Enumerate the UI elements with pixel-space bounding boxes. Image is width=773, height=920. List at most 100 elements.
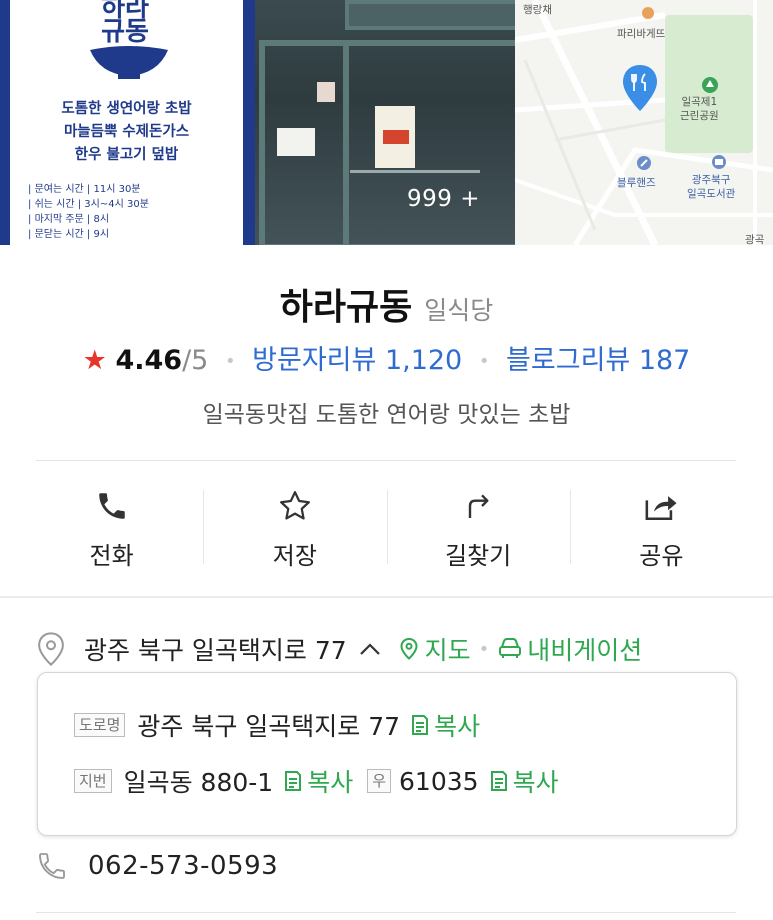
map-pin-icon (623, 65, 657, 111)
navigation-link[interactable]: 내비게이션 (497, 631, 642, 667)
store-poster (277, 128, 315, 156)
share-button[interactable]: 공유 (569, 478, 753, 574)
store-window-frame (343, 40, 515, 245)
hours-value: 9시 (93, 229, 110, 240)
phone-number[interactable]: 062-573-0593 (88, 851, 278, 881)
zip-code: 61035 (399, 766, 479, 796)
separator-dot: • (478, 638, 490, 660)
map-label: 파리바게뜨 (617, 28, 666, 40)
sign-hours-row: | 쉬는 시간 | 3시~4시 30분 (28, 199, 149, 210)
address-row: 광주 북구 일곡택지로 77 지도 • 내비게이션 (36, 630, 746, 668)
copy-icon (490, 771, 507, 791)
section-divider (0, 596, 773, 598)
rating-max: /5 (182, 345, 209, 376)
directions-arrow-icon (468, 494, 489, 518)
directions-label: 길찾기 (445, 542, 512, 570)
library-icon (712, 155, 726, 169)
place-name: 하라규동 (279, 287, 413, 328)
store-sign-line (350, 170, 480, 173)
sign-menu-item: 마늘듬뿍 수제돈가스 (63, 124, 190, 140)
share-label: 공유 (639, 542, 684, 570)
zip-tag: 우 (367, 769, 392, 793)
call-button[interactable]: 전화 (20, 478, 203, 574)
store-poster (317, 82, 335, 102)
store-awning (345, 0, 515, 30)
directions-button[interactable]: 길찾기 (386, 478, 570, 574)
sign-logo: 하라 규동 (85, 0, 165, 47)
sign-hours-row: | 문닫는 시간 | 9시 (28, 229, 110, 240)
copy-icon (412, 715, 429, 735)
star-outline-icon (279, 491, 310, 520)
place-category: 일식당 (424, 296, 494, 325)
separator-dot: • (478, 351, 490, 372)
car-icon (499, 638, 522, 658)
hours-label: 문닫는 시간 (34, 229, 84, 240)
copy-icon (285, 771, 302, 791)
photo-count: 999 + (407, 186, 480, 212)
bowl-icon (90, 46, 168, 79)
hours-label: 쉬는 시간 (34, 199, 75, 210)
call-label: 전화 (89, 542, 134, 570)
place-description: 일곡동맛집 도톰한 연어랑 맛있는 초밥 (202, 402, 571, 428)
sign-menu: 도톰한 생연어랑 초밥 마늘듬뿍 수제돈가스 한우 불고기 덮밥 (10, 98, 243, 167)
hours-value: 11시 30분 (93, 184, 141, 195)
photo-strip[interactable]: 하라 규동 도톰한 생연어랑 초밥 마늘듬뿍 수제돈가스 한우 불고기 덮밥 |… (0, 0, 773, 245)
map-link[interactable]: 지도 (399, 631, 471, 667)
address-summary: 광주 북구 일곡택지로 77 (84, 636, 347, 665)
save-label: 저장 (272, 542, 317, 570)
chevron-up-icon[interactable] (359, 642, 381, 656)
phone-icon (98, 493, 125, 519)
place-title: 하라규동 일식당 (0, 278, 773, 330)
separator-dot: • (224, 351, 236, 372)
repair-icon (637, 156, 651, 170)
copy-label: 복사 (434, 712, 481, 741)
copy-zip-button[interactable]: 복사 (489, 763, 559, 799)
location-pin-icon (38, 632, 64, 666)
lot-tag: 지번 (74, 769, 112, 793)
mini-map[interactable]: 행랑채 파리바게뜨 일곡제1 근린공원 블루핸즈 광주북구 일곡도서관 광곡 (515, 0, 773, 245)
hours-label: 마지막 주문 (34, 214, 84, 225)
phone-outline-icon (39, 853, 65, 879)
share-icon (645, 496, 677, 521)
copy-label: 복사 (512, 768, 559, 797)
map-label-library: 광주북구 일곡도서관 (687, 174, 736, 200)
blog-reviews-link[interactable]: 블로그리뷰 187 (506, 345, 690, 376)
map-label-park: 일곡제1 근린공원 (680, 96, 719, 122)
lot-address-line: 지번 일곡동 880-1 복사 우 61035 복사 (74, 763, 559, 799)
hours-value: 3시~4시 30분 (84, 199, 149, 210)
sign-hours-row: | 문여는 시간 | 11시 30분 (28, 184, 141, 195)
sign-hours: | 문여는 시간 | 11시 30분 | 쉬는 시간 | 3시~4시 30분 |… (28, 182, 149, 242)
rating-score: 4.46 (115, 345, 183, 376)
address-detail-box: 도로명 광주 북구 일곡택지로 77 복사 지번 일곡동 880-1 복사 우 … (37, 672, 737, 836)
sign-menu-item: 한우 불고기 덮밥 (74, 147, 179, 163)
photo-menu-sign[interactable]: 하라 규동 도톰한 생연어랑 초밥 마늘듬뿍 수제돈가스 한우 불고기 덮밥 |… (0, 0, 255, 245)
save-button[interactable]: 저장 (203, 478, 386, 574)
phone-row[interactable]: 062-573-0593 (36, 850, 278, 882)
visitor-reviews-link[interactable]: 방문자리뷰 1,120 (252, 345, 462, 376)
divider (36, 460, 736, 461)
hours-value: 8시 (93, 214, 110, 225)
rating-row: ★ 4.46/5 • 방문자리뷰 1,120 • 블로그리뷰 187 (0, 338, 773, 377)
copy-label: 복사 (307, 768, 354, 797)
copy-lot-button[interactable]: 복사 (283, 763, 353, 799)
map-pin-outline-icon (400, 637, 418, 660)
map-link-label: 지도 (424, 636, 471, 665)
divider (36, 912, 736, 913)
navigation-link-label: 내비게이션 (527, 636, 643, 665)
park-icon (702, 77, 718, 93)
sign-hours-row: | 마지막 주문 | 8시 (28, 214, 110, 225)
road-address-line: 도로명 광주 북구 일곡택지로 77 복사 (74, 707, 480, 743)
action-bar: 전화 저장 길찾기 공유 (20, 478, 753, 574)
map-label: 행랑채 (523, 4, 552, 16)
lot-address: 일곡동 880-1 (123, 768, 274, 797)
road-tag: 도로명 (74, 713, 126, 737)
sign-logo-line2: 규동 (101, 17, 149, 47)
map-label: 블루핸즈 (617, 177, 656, 189)
star-icon: ★ (82, 345, 107, 376)
photo-storefront[interactable]: 999 + (255, 0, 515, 245)
store-poster-highlight (383, 130, 409, 144)
map-label: 광곡 (745, 234, 765, 245)
cafe-icon (642, 7, 654, 19)
copy-road-button[interactable]: 복사 (410, 707, 480, 743)
road-address: 광주 북구 일곡택지로 77 (137, 712, 401, 741)
